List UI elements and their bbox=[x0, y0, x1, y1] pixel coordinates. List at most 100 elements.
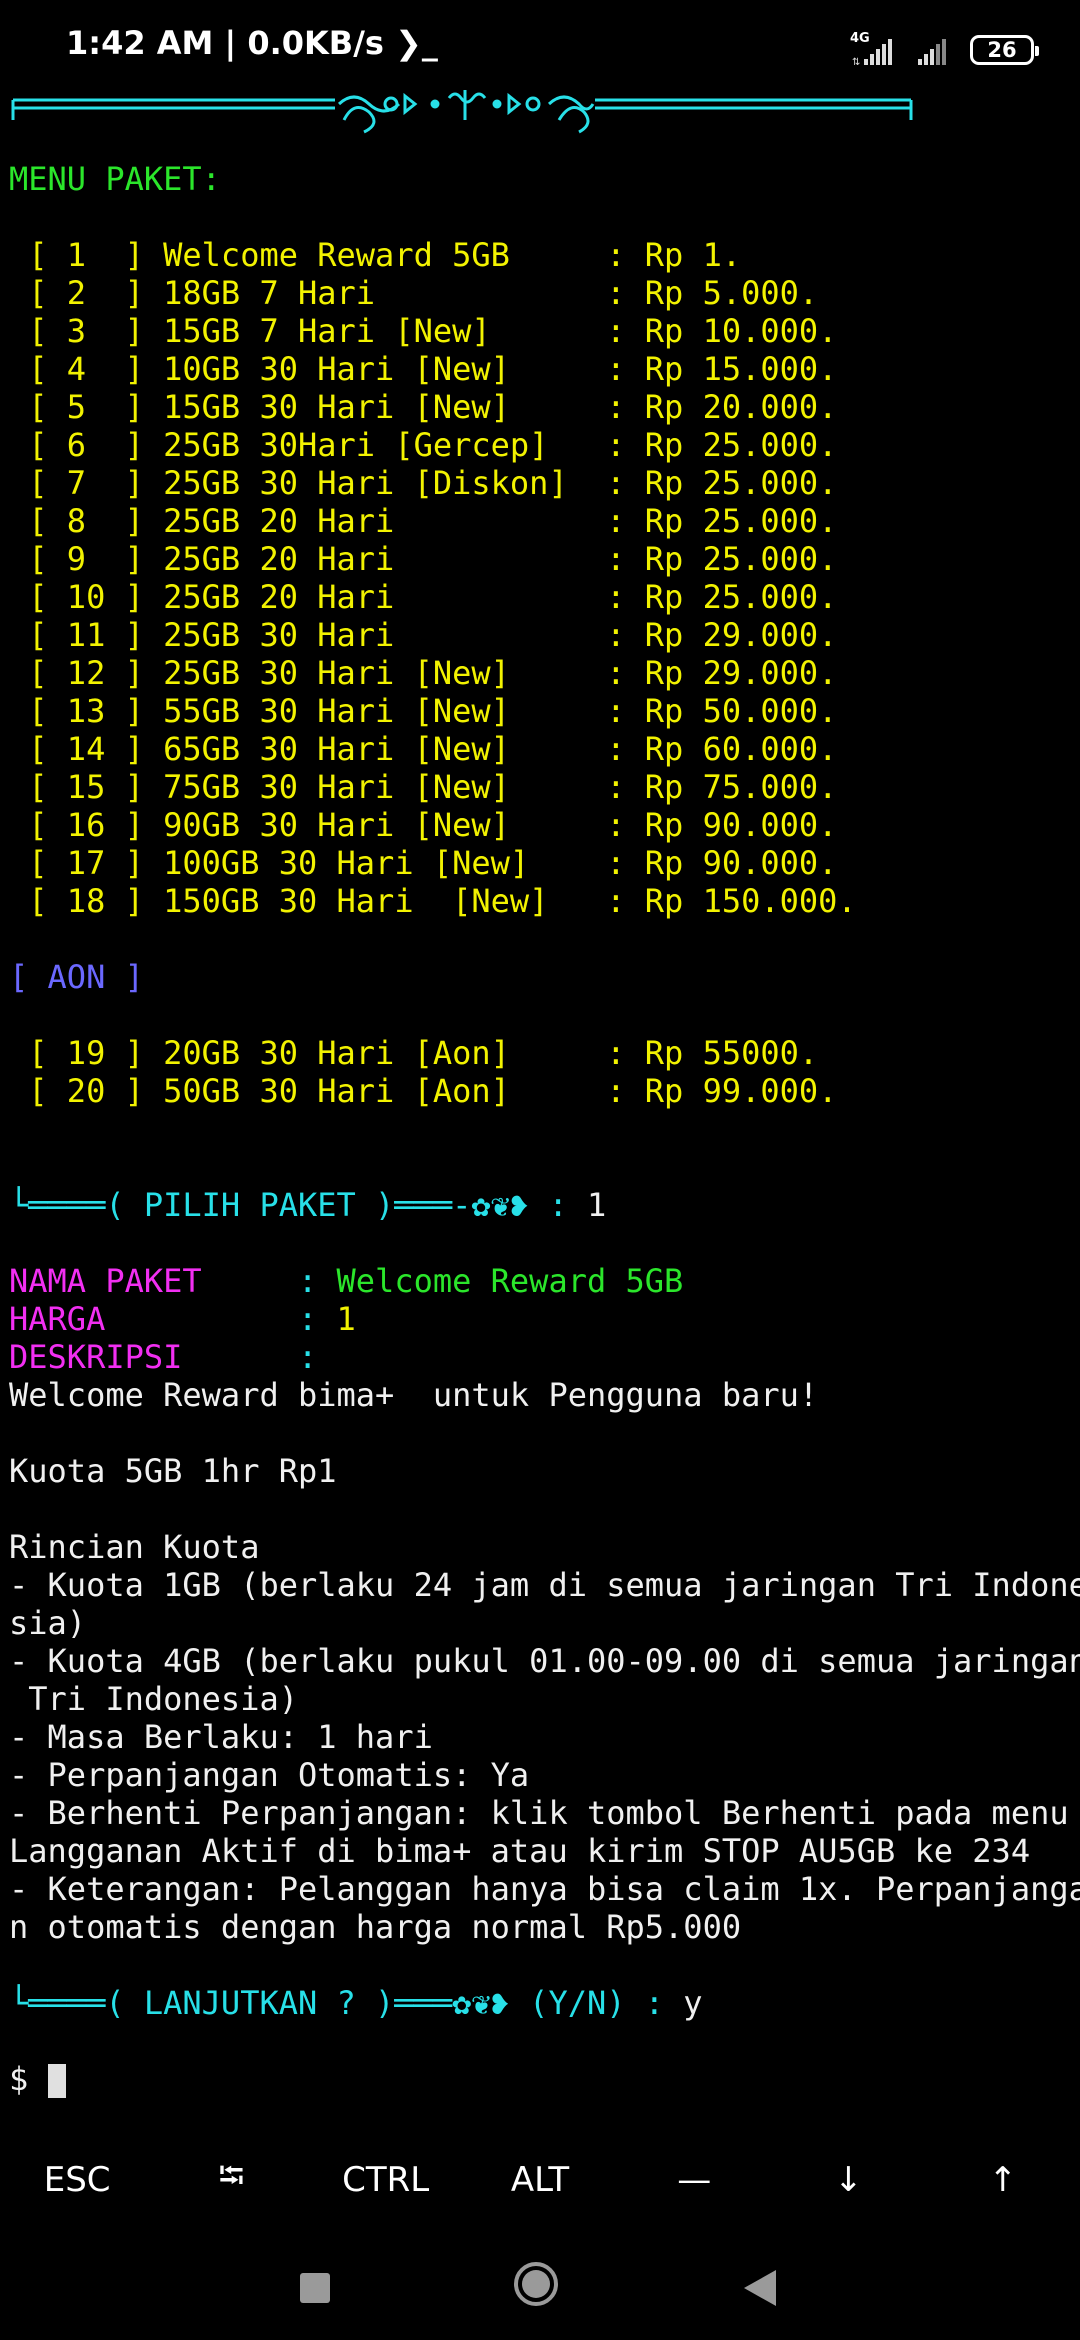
package-row: [ 18 ] 150GB 30 Hari [New] : Rp 150.000. bbox=[9, 882, 856, 920]
package-name: 10GB 30 Hari [New] bbox=[163, 350, 607, 388]
package-name: 100GB 30 Hari [New] bbox=[163, 844, 607, 882]
separator: : bbox=[606, 236, 645, 274]
separator: : bbox=[297, 1300, 337, 1338]
package-name: 25GB 20 Hari bbox=[163, 502, 607, 540]
description-text: - Masa Berlaku: 1 hari bbox=[9, 1718, 433, 1756]
package-row: [ 7 ] 25GB 30 Hari [Diskon] : Rp 25.000. bbox=[9, 464, 837, 502]
harga-label: HARGA bbox=[9, 1300, 298, 1338]
separator: : bbox=[606, 1034, 645, 1072]
separator: : bbox=[606, 1072, 645, 1110]
description-text: n otomatis dengan harga normal Rp5.000 bbox=[9, 1908, 742, 1946]
prompt-frame-left: └════( bbox=[9, 1984, 144, 2022]
back-icon[interactable] bbox=[744, 2270, 776, 2306]
deskripsi-label: DESKRIPSI bbox=[9, 1338, 298, 1376]
package-number: 9 bbox=[47, 540, 125, 578]
package-price: Rp 50.000. bbox=[644, 692, 838, 730]
description-line: Langganan Aktif di bima+ atau kirim STOP… bbox=[9, 1832, 1030, 1870]
separator: : bbox=[606, 578, 645, 616]
bracket-close: ] bbox=[124, 350, 164, 388]
nama-paket-line: NAMA PAKET : Welcome Reward 5GB bbox=[9, 1262, 683, 1300]
description-line: n otomatis dengan harga normal Rp5.000 bbox=[9, 1908, 741, 1946]
package-number: 16 bbox=[47, 806, 125, 844]
package-number: 3 bbox=[47, 312, 125, 350]
package-name: 25GB 30 Hari [New] bbox=[163, 654, 607, 692]
package-name: 25GB 30 Hari bbox=[163, 616, 607, 654]
esc-key[interactable]: ESC bbox=[0, 2130, 154, 2230]
pilih-paket-input[interactable]: 1 bbox=[587, 1186, 606, 1224]
description-line: Kuota 5GB 1hr Rp1 bbox=[9, 1452, 337, 1490]
status-bar: 1:42 AM | 0.0KB/s ❯_ 4G ⇅ 26 bbox=[0, 0, 1080, 96]
bracket-open: [ bbox=[9, 806, 48, 844]
ornament-banner-icon bbox=[11, 90, 913, 134]
svg-text:⇅: ⇅ bbox=[852, 57, 860, 67]
package-price: Rp 25.000. bbox=[644, 502, 838, 540]
nama-paket-label: NAMA PAKET bbox=[9, 1262, 298, 1300]
menu-title: MENU PAKET: bbox=[9, 160, 221, 198]
down-arrow-key[interactable]: ↓ bbox=[771, 2130, 925, 2230]
bracket-open: [ bbox=[9, 274, 48, 312]
package-name: 55GB 30 Hari [New] bbox=[163, 692, 607, 730]
extra-keys-row: ESC ⭾ CTRL ALT — ↓ ↑ bbox=[0, 2130, 1080, 2230]
network-type-label: 4G bbox=[850, 31, 870, 46]
package-price: Rp 25.000. bbox=[644, 426, 838, 464]
terminal-cursor[interactable] bbox=[47, 2064, 66, 2098]
package-row: [ 16 ] 90GB 30 Hari [New] : Rp 90.000. bbox=[9, 806, 837, 844]
description-text: Kuota 5GB 1hr Rp1 bbox=[9, 1452, 337, 1490]
package-price: Rp 25.000. bbox=[644, 464, 838, 502]
separator: : bbox=[625, 1984, 684, 2022]
up-arrow-key[interactable]: ↑ bbox=[926, 2130, 1080, 2230]
separator: : bbox=[606, 844, 645, 882]
package-name: 150GB 30 Hari [New] bbox=[163, 882, 607, 920]
description-line: - Keterangan: Pelanggan hanya bisa claim… bbox=[9, 1870, 1080, 1908]
bracket-open: [ bbox=[9, 882, 48, 920]
alt-key[interactable]: ALT bbox=[463, 2130, 617, 2230]
description-text: Welcome Reward bima+ untuk Pengguna baru… bbox=[9, 1376, 819, 1414]
separator: : bbox=[606, 502, 645, 540]
package-number: 10 bbox=[47, 578, 125, 616]
package-name: 15GB 30 Hari [New] bbox=[163, 388, 607, 426]
bracket-close: ] bbox=[124, 1072, 164, 1110]
package-price: Rp 55000. bbox=[644, 1034, 819, 1072]
package-number: 13 bbox=[47, 692, 125, 730]
package-number: 17 bbox=[47, 844, 125, 882]
package-price: Rp 1. bbox=[644, 236, 742, 274]
home-icon[interactable] bbox=[514, 2262, 558, 2306]
package-number: 5 bbox=[47, 388, 125, 426]
description-line: - Berhenti Perpanjangan: klik tombol Ber… bbox=[9, 1794, 1069, 1832]
description-line: Welcome Reward bima+ untuk Pengguna baru… bbox=[9, 1376, 818, 1414]
description-line: - Kuota 1GB (berlaku 24 jam di semua jar… bbox=[9, 1566, 1080, 1604]
bracket-close: ] bbox=[124, 882, 164, 920]
bracket-close: ] bbox=[124, 654, 164, 692]
package-row: [ 20 ] 50GB 30 Hari [Aon] : Rp 99.000. bbox=[9, 1072, 837, 1110]
separator: : bbox=[606, 882, 645, 920]
bracket-close: ] bbox=[124, 730, 164, 768]
package-number: 18 bbox=[47, 882, 125, 920]
package-number: 6 bbox=[47, 426, 125, 464]
tab-key[interactable]: ⭾ bbox=[154, 2130, 308, 2230]
status-icons: 4G ⇅ 26 bbox=[850, 30, 1039, 70]
recents-icon[interactable] bbox=[300, 2273, 330, 2303]
description-text: - Kuota 1GB (berlaku 24 jam di semua jar… bbox=[9, 1566, 1080, 1604]
package-number: 15 bbox=[47, 768, 125, 806]
separator: : bbox=[606, 730, 645, 768]
dash-key[interactable]: — bbox=[617, 2130, 771, 2230]
bracket-close: ] bbox=[124, 426, 164, 464]
bracket-open: [ bbox=[9, 1034, 48, 1072]
ctrl-key[interactable]: CTRL bbox=[309, 2130, 463, 2230]
aon-title: [ AON ] bbox=[9, 958, 144, 996]
bracket-open: [ bbox=[9, 730, 48, 768]
package-name: 25GB 30Hari [Gercep] bbox=[163, 426, 607, 464]
package-number: 8 bbox=[47, 502, 125, 540]
package-row: [ 12 ] 25GB 30 Hari [New] : Rp 29.000. bbox=[9, 654, 837, 692]
bracket-open: [ bbox=[9, 464, 48, 502]
lanjutkan-input[interactable]: y bbox=[683, 1984, 702, 2022]
bracket-open: [ bbox=[9, 1072, 48, 1110]
bracket-open: [ bbox=[9, 350, 48, 388]
separator: : bbox=[297, 1338, 318, 1376]
bracket-close: ] bbox=[124, 274, 164, 312]
prompt-frame-right: )═══✿❦❥ bbox=[355, 1984, 530, 2022]
package-row: [ 6 ] 25GB 30Hari [Gercep] : Rp 25.000. bbox=[9, 426, 837, 464]
description-text: Langganan Aktif di bima+ atau kirim STOP… bbox=[9, 1832, 1031, 1870]
pilih-paket-label: PILIH PAKET bbox=[143, 1186, 356, 1224]
bracket-close: ] bbox=[124, 464, 164, 502]
